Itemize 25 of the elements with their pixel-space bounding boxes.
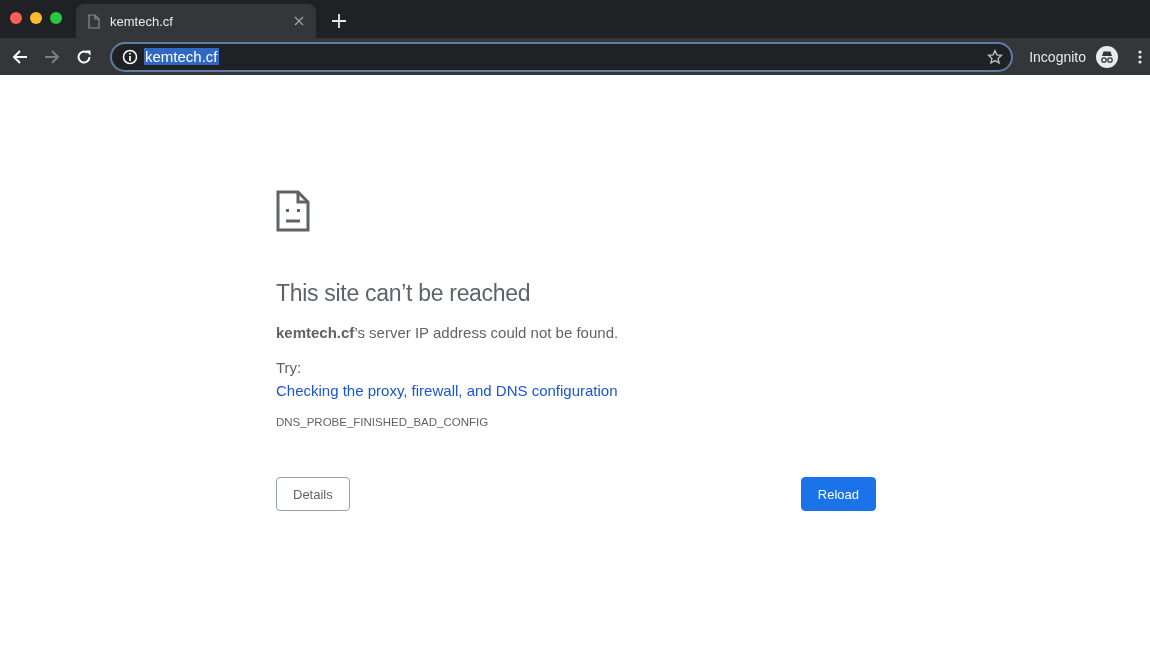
zoom-window-button[interactable]: [50, 11, 62, 24]
reload-icon[interactable]: [76, 48, 92, 65]
info-icon: [122, 48, 138, 65]
back-arrow-icon[interactable]: [12, 48, 28, 65]
menu-icon[interactable]: [1138, 49, 1142, 64]
close-icon[interactable]: [294, 16, 304, 26]
error-heading: This site can’t be reached: [276, 280, 532, 307]
page-icon: [88, 13, 100, 29]
reload-button[interactable]: Reload: [800, 477, 876, 511]
sad-page-icon: [276, 190, 310, 232]
browser-tab[interactable]: kemtech.cf: [76, 4, 316, 38]
error-message: kemtech.cf’s server IP address could not be found.: [276, 324, 620, 341]
minimize-window-button[interactable]: [30, 11, 42, 24]
error-code: DNS_PROBE_FINISHED_BAD_CONFIG: [276, 416, 490, 428]
star-icon[interactable]: [987, 48, 1004, 65]
suggestion-link[interactable]: Checking the proxy, firewall, and DNS configuration: [276, 382, 618, 399]
incognito-icon[interactable]: [1096, 45, 1118, 68]
incognito-label[interactable]: Incognito: [1029, 48, 1086, 65]
tab-title: kemtech.cf: [110, 13, 174, 29]
address-bar[interactable]: kemtech.cf: [110, 41, 1014, 72]
new-tab-icon[interactable]: [332, 14, 346, 28]
try-label: Try:: [276, 359, 303, 376]
details-button[interactable]: Details: [276, 477, 350, 511]
url-text: kemtech.cf: [144, 48, 219, 65]
close-window-button[interactable]: [10, 11, 22, 24]
